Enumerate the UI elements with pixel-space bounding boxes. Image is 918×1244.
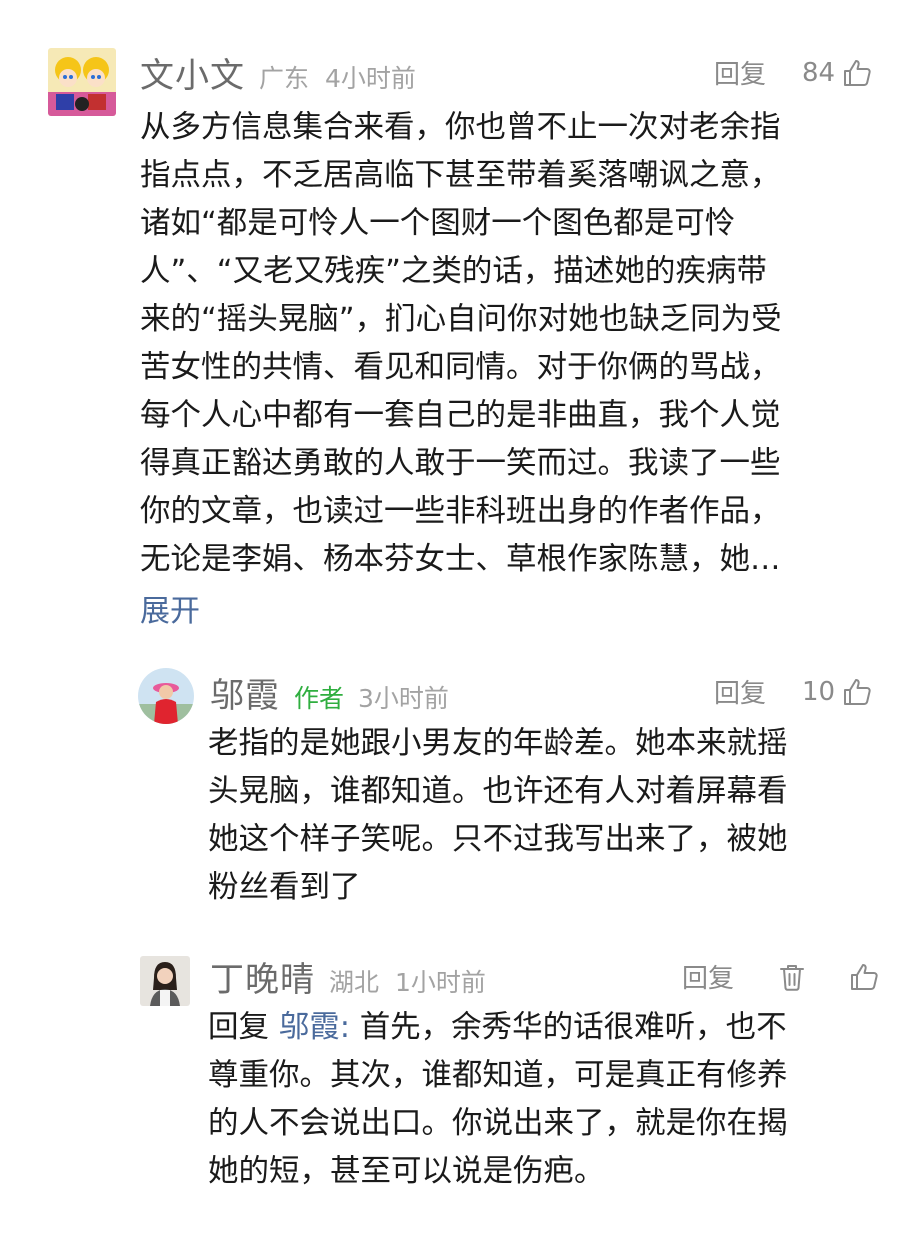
reply-prefix: 回复 [208,1010,269,1045]
like-count: 10 [802,676,836,707]
comment-text-line: 苦女性的共情、看见和同情。对于你俩的骂战， [140,350,781,385]
comment-text-line: 来的“摇头晃脑”，扪心自问你对她也缺乏同为受 [140,302,782,337]
thumbs-up-icon[interactable] [848,961,880,993]
timestamp: 3小时前 [358,684,449,713]
location: 广东 [259,64,310,93]
comment-text-line: 她的短，甚至可以说是伤疤。 [208,1154,605,1189]
comment-text-line: 她这个样子笑呢。只不过我写出来了，被她 [208,822,788,857]
comment-text-line: 无论是李娟、杨本芬女士、草根作家陈慧，她… [140,542,781,577]
comment-text-line: 老指的是她跟小男友的年龄差。她本来就摇 [208,726,788,761]
comment-text-line: 诸如“都是可怜人一个图财一个图色都是可怜 [140,206,736,241]
avatar[interactable] [48,48,116,116]
reply-button[interactable]: 回复 [682,958,734,995]
reply-target-user[interactable]: 邬霞: [279,1010,350,1045]
comment-text-line: 从多方信息集合来看，你也曾不止一次对老余指 [140,110,781,145]
comment-text-line: 尊重你。其次，谁都知道，可是真正有修养 [208,1058,788,1093]
thumbs-up-icon[interactable] [841,676,873,708]
comment-text-line: 回复 邬霞: 首先，余秀华的话很难听，也不 [208,1004,878,1052]
location: 湖北 [329,968,380,997]
author-badge: 作者 [294,684,345,713]
comment-text-segment: 首先，余秀华的话很难听，也不 [359,1010,787,1045]
comment-text-line: 头晃脑，谁都知道。也许还有人对着屏幕看 [208,774,788,809]
username[interactable]: 文小文 [140,48,245,97]
reply-button[interactable]: 回复 [714,673,766,710]
comment-text-line: 指点点，不乏居高临下甚至带着奚落嘲讽之意， [140,158,781,193]
comment-meta: 湖北 1小时前 [329,963,486,999]
comment-meta: 广东 4小时前 [259,59,416,95]
comment-text-line: 人”、“又老又残疾”之类的话，描述她的疾病带 [140,254,767,289]
thumbs-up-icon[interactable] [841,57,873,89]
reply-button[interactable]: 回复 [714,54,766,91]
comment-text-line: 每个人心中都有一套自己的是非曲直，我个人觉 [140,398,781,433]
avatar[interactable] [138,668,194,724]
comment-text-line: 得真正豁达勇敢的人敢于一笑而过。我读了一些 [140,446,781,481]
timestamp: 1小时前 [394,968,486,997]
trash-icon[interactable] [776,961,808,993]
like-count: 84 [802,57,836,88]
username[interactable]: 邬霞 [210,668,280,717]
timestamp: 4小时前 [324,64,416,93]
expand-link[interactable]: 展开 [140,586,200,630]
comment-text-line: 粉丝看到了 [208,870,361,905]
comment-text-line: 的人不会说出口。你说出来了，就是你在揭 [208,1106,788,1141]
comment-text-line: 你的文章，也读过一些非科班出身的作者作品， [140,494,781,529]
avatar[interactable] [140,956,190,1006]
username[interactable]: 丁晚晴 [210,952,315,1001]
